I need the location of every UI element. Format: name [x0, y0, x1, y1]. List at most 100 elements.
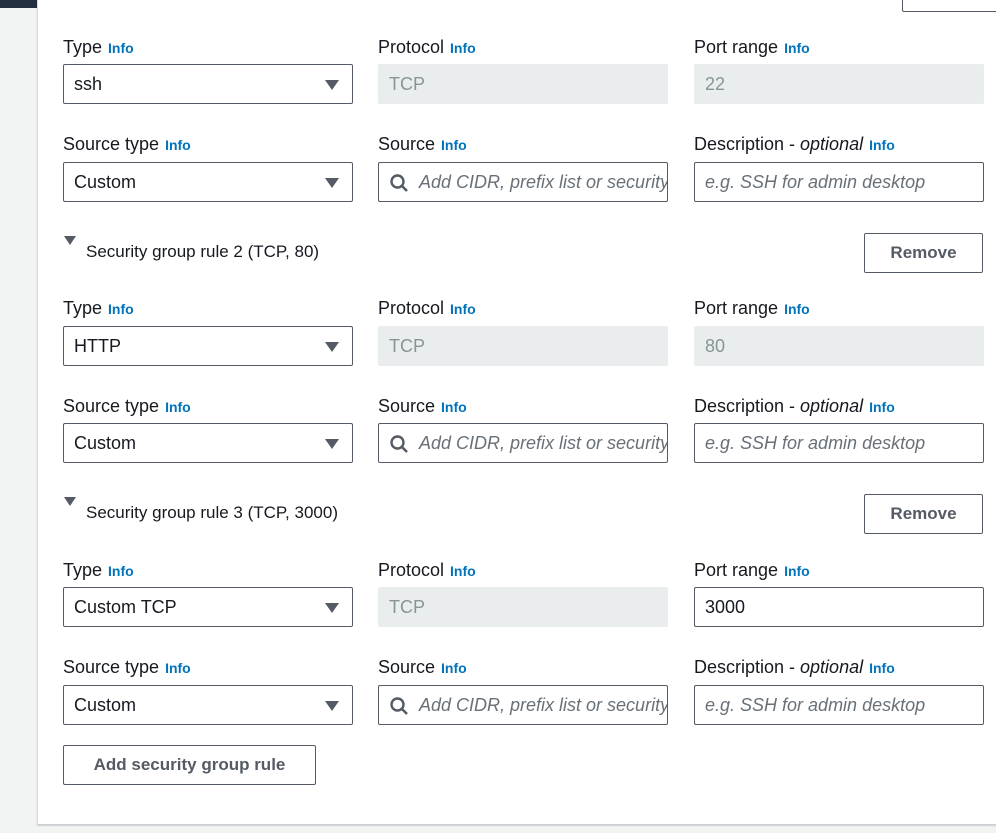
source-label-text: Source — [378, 657, 436, 677]
protocol-label-rule-1: Protocol Info — [378, 36, 476, 59]
description-label-rule-3: Description - optional Info — [694, 656, 895, 679]
source-type-select-rule-2[interactable]: Custom — [63, 423, 353, 463]
description-label-rule-1: Description - optional Info — [694, 133, 895, 156]
source-info-link[interactable]: Info — [441, 399, 467, 415]
expand-triangle-icon — [64, 236, 76, 245]
remove-button-rule-3[interactable]: Remove — [864, 494, 983, 534]
protocol-field-rule-3: TCP — [378, 587, 668, 627]
type-select-value: Custom TCP — [74, 597, 177, 617]
caret-down-icon — [325, 701, 339, 711]
type-info-link[interactable]: Info — [108, 40, 134, 56]
source-type-label-text: Source type — [63, 134, 160, 154]
description-placeholder: e.g. SSH for admin desktop — [705, 172, 926, 192]
description-info-link[interactable]: Info — [869, 137, 895, 153]
previous-remove-button[interactable] — [902, 0, 996, 12]
source-placeholder: Add CIDR, prefix list or security — [419, 433, 668, 453]
type-select-value: HTTP — [74, 336, 121, 356]
source-type-value: Custom — [74, 433, 137, 453]
source-label-rule-2: Source Info — [378, 395, 467, 418]
port-range-input-rule-3[interactable]: 3000 — [694, 587, 984, 627]
port-range-info-link[interactable]: Info — [784, 563, 810, 579]
protocol-value: TCP — [389, 74, 425, 94]
source-info-link[interactable]: Info — [441, 660, 467, 676]
source-type-info-link[interactable]: Info — [165, 137, 191, 153]
source-search-input-rule-2[interactable]: Add CIDR, prefix list or security — [378, 423, 668, 463]
port-range-value: 3000 — [705, 597, 746, 617]
type-select-rule-1[interactable]: ssh — [63, 64, 353, 104]
caret-down-icon — [325, 80, 339, 90]
protocol-info-link[interactable]: Info — [450, 563, 476, 579]
protocol-field-rule-2: TCP — [378, 326, 668, 366]
description-label-text: Description - — [694, 657, 801, 677]
port-range-label-rule-3: Port range Info — [694, 559, 810, 582]
port-range-value: 80 — [705, 336, 726, 356]
description-label-rule-2: Description - optional Info — [694, 395, 895, 418]
source-label-text: Source — [378, 134, 436, 154]
description-label-text: Description - — [694, 396, 801, 416]
port-range-info-link[interactable]: Info — [784, 301, 810, 317]
search-icon — [390, 697, 408, 715]
port-range-info-link[interactable]: Info — [784, 40, 810, 56]
rule-3-header: Security group rule 3 (TCP, 3000) — [86, 503, 338, 522]
type-select-value: ssh — [74, 74, 103, 94]
source-info-link[interactable]: Info — [441, 137, 467, 153]
source-type-select-rule-3[interactable]: Custom — [63, 685, 353, 725]
type-label-text: Type — [63, 37, 103, 57]
source-type-info-link[interactable]: Info — [165, 660, 191, 676]
protocol-label-rule-2: Protocol Info — [378, 297, 476, 320]
source-type-label-text: Source type — [63, 396, 160, 416]
protocol-info-link[interactable]: Info — [450, 301, 476, 317]
source-search-input-rule-3[interactable]: Add CIDR, prefix list or security — [378, 685, 668, 725]
description-info-link[interactable]: Info — [869, 399, 895, 415]
type-label-rule-1: Type Info — [63, 36, 134, 59]
source-label-rule-3: Source Info — [378, 656, 467, 679]
type-label-text: Type — [63, 298, 103, 318]
remove-button-rule-2[interactable]: Remove — [864, 233, 983, 273]
protocol-value: TCP — [389, 336, 425, 356]
type-info-link[interactable]: Info — [108, 301, 134, 317]
port-range-field-rule-1: 22 — [694, 64, 984, 104]
caret-down-icon — [325, 342, 339, 352]
caret-down-icon — [325, 178, 339, 188]
optional-text: optional — [800, 657, 864, 677]
type-info-link[interactable]: Info — [108, 563, 134, 579]
search-icon — [390, 435, 408, 453]
source-search-input-rule-1[interactable]: Add CIDR, prefix list or security — [378, 162, 668, 202]
port-range-label-rule-1: Port range Info — [694, 36, 810, 59]
port-range-label-rule-2: Port range Info — [694, 297, 810, 320]
protocol-label-text: Protocol — [378, 37, 445, 57]
rule-2-expander[interactable]: Security group rule 2 (TCP, 80) — [64, 236, 320, 263]
description-input-rule-2[interactable]: e.g. SSH for admin desktop — [694, 423, 984, 463]
source-type-label-rule-3: Source type Info — [63, 656, 191, 679]
source-label-rule-1: Source Info — [378, 133, 467, 156]
add-security-group-rule-button[interactable]: Add security group rule — [63, 745, 316, 785]
protocol-info-link[interactable]: Info — [450, 40, 476, 56]
type-label-text: Type — [63, 560, 103, 580]
type-select-rule-2[interactable]: HTTP — [63, 326, 353, 366]
source-type-label-rule-1: Source type Info — [63, 133, 191, 156]
protocol-field-rule-1: TCP — [378, 64, 668, 104]
description-info-link[interactable]: Info — [869, 660, 895, 676]
optional-text: optional — [800, 134, 864, 154]
type-label-rule-2: Type Info — [63, 297, 134, 320]
protocol-label-rule-3: Protocol Info — [378, 559, 476, 582]
source-type-label-rule-2: Source type Info — [63, 395, 191, 418]
source-type-select-rule-1[interactable]: Custom — [63, 162, 353, 202]
source-placeholder: Add CIDR, prefix list or security — [419, 695, 668, 715]
expand-triangle-icon — [64, 497, 76, 506]
port-range-label-text: Port range — [694, 560, 779, 580]
caret-down-icon — [325, 439, 339, 449]
protocol-value: TCP — [389, 597, 425, 617]
port-range-label-text: Port range — [694, 298, 779, 318]
source-type-value: Custom — [74, 695, 137, 715]
description-input-rule-3[interactable]: e.g. SSH for admin desktop — [694, 685, 984, 725]
rule-2-header: Security group rule 2 (TCP, 80) — [86, 242, 320, 261]
type-label-rule-3: Type Info — [63, 559, 134, 582]
source-placeholder: Add CIDR, prefix list or security — [419, 172, 668, 192]
description-input-rule-1[interactable]: e.g. SSH for admin desktop — [694, 162, 984, 202]
port-range-label-text: Port range — [694, 37, 779, 57]
optional-text: optional — [800, 396, 864, 416]
type-select-rule-3[interactable]: Custom TCP — [63, 587, 353, 627]
rule-3-expander[interactable]: Security group rule 3 (TCP, 3000) — [64, 497, 338, 524]
source-type-info-link[interactable]: Info — [165, 399, 191, 415]
